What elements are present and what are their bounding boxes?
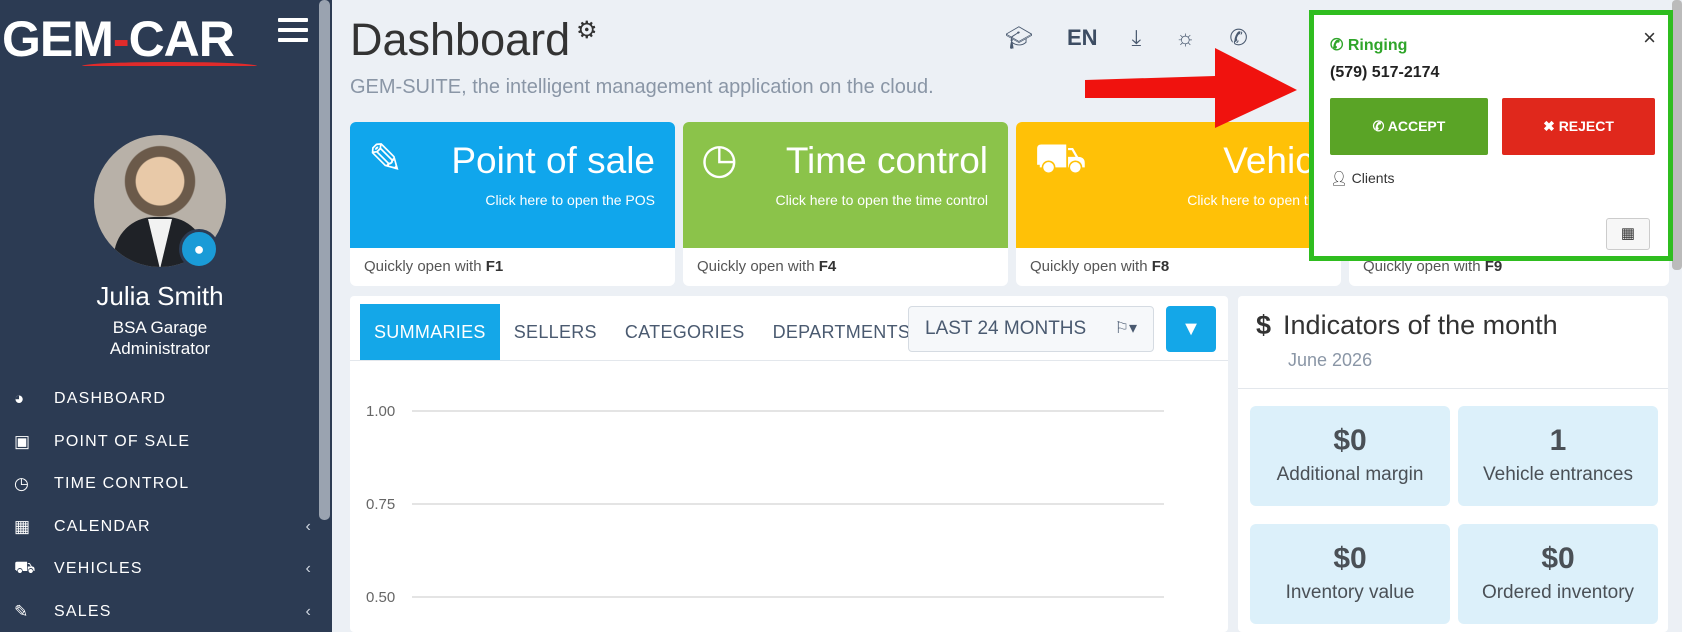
user-role: Administrator [109, 339, 211, 358]
y-tick-label: 1.00 [366, 403, 395, 420]
y-tick-label: 0.75 [366, 496, 395, 513]
incoming-call-popup: ✆ Ringing × (579) 517-2174 ✆ ACCEPT ✖ RE… [1309, 10, 1673, 261]
keypad-icon: ▦ [1620, 225, 1636, 242]
tile-subtitle: Click here to open the POS [485, 192, 655, 208]
calendar-icon: ▦ [14, 516, 32, 536]
sidebar-menu: ◕ DASHBOARD ▣ POINT OF SALE ◷ TIME CONTR… [0, 378, 320, 632]
indicator-label: Vehicle entrances [1483, 464, 1633, 485]
chevron-left-icon: ‹ [305, 602, 312, 620]
edit-icon: ✎ [368, 135, 404, 182]
user-icon: 👤︎ [1330, 170, 1352, 186]
period-select[interactable]: LAST 24 MONTHS ⚐▾ [908, 306, 1154, 352]
sidebar-item-sales[interactable]: ✎ SALES ‹ [0, 591, 320, 632]
indicators-panel: $ Indicators of the month June 2026 $0 Ad… [1238, 296, 1668, 632]
page-title: Dashboard [350, 14, 571, 65]
filter-icon: ▼ [1181, 318, 1201, 340]
indicator-card-inventory-value[interactable]: $0 Inventory value [1250, 524, 1450, 624]
dollar-icon: $ [1256, 310, 1272, 340]
tile-shortcut: Quickly open with F4 [697, 258, 837, 275]
indicator-label: Additional margin [1276, 464, 1424, 485]
y-tick-label: 0.50 [366, 589, 395, 606]
car-icon: ⛟ [14, 558, 37, 578]
tile-shortcut: Quickly open with F8 [1030, 258, 1170, 275]
tile-title: Time control [785, 140, 988, 181]
tab-summaries[interactable]: SUMMARIES [360, 304, 500, 360]
clock-icon: ◷ [701, 135, 738, 182]
phone-icon: ✆ [1330, 37, 1348, 54]
indicator-value: 1 [1549, 424, 1567, 457]
call-status: ✆ Ringing [1330, 37, 1408, 54]
dashboard-icon: ◕ [14, 389, 26, 409]
close-icon: ✖ [1543, 118, 1559, 134]
sidebar-item-calendar[interactable]: ▦ CALENDAR ‹ [0, 506, 320, 549]
sidebar-item-dashboard[interactable]: ◕ DASHBOARD [0, 378, 320, 421]
close-icon[interactable]: × [1643, 25, 1656, 51]
period-select-value: LAST 24 MONTHS [925, 318, 1087, 339]
indicator-value: $0 [1333, 424, 1367, 457]
tab-categories[interactable]: CATEGORIES [611, 304, 759, 360]
flag-dropdown-icon: ⚐▾ [1114, 320, 1137, 337]
indicator-card-vehicle-entrances[interactable]: 1 Vehicle entrances [1458, 406, 1658, 506]
filter-button[interactable]: ▼ [1166, 306, 1216, 352]
sidebar-scrollbar[interactable] [319, 0, 330, 520]
tile-point-of-sale[interactable]: ✎ Point of sale Click here to open the P… [350, 122, 675, 286]
sidebar-item-label: CALENDAR [54, 517, 151, 535]
tile-subtitle: Click here to open the time control [775, 192, 988, 208]
clients-link[interactable]: 👤︎ Clients [1330, 170, 1394, 187]
tab-sellers[interactable]: SELLERS [500, 304, 611, 360]
tile-title: Point of sale [451, 140, 655, 181]
sales-chart: 1.00 0.75 0.50 [366, 403, 1164, 606]
user-profile-icon[interactable]: ● [179, 229, 219, 269]
edit-icon: ✎ [14, 601, 30, 621]
user-name: Julia Smith [96, 281, 224, 311]
main-scrollbar[interactable] [1672, 0, 1682, 270]
clock-icon: ◷ [14, 474, 31, 494]
sidebar-item-label: VEHICLES [54, 560, 143, 578]
car-icon: ⛟ [1034, 134, 1087, 181]
indicators-title: $ Indicators of the month [1256, 310, 1558, 340]
caller-number: (579) 517-2174 [1330, 64, 1440, 81]
sidebar: GEM-CAR ● Julia Smith BSA Garage Adminis… [0, 0, 332, 632]
sidebar-item-time-control[interactable]: ◷ TIME CONTROL [0, 463, 320, 506]
annotation-arrow [1085, 48, 1297, 128]
settings-gear-icon[interactable]: ⚙ [576, 16, 598, 45]
sidebar-item-point-of-sale[interactable]: ▣ POINT OF SALE [0, 421, 320, 464]
indicator-value: $0 [1333, 542, 1367, 575]
indicator-label: Inventory value [1285, 582, 1415, 603]
tile-shortcut: Quickly open with F1 [364, 258, 504, 275]
sidebar-item-label: DASHBOARD [54, 390, 167, 408]
sidebar-item-vehicles[interactable]: ⛟ VEHICLES ‹ [0, 548, 320, 591]
keypad-button[interactable]: ▦ [1606, 218, 1650, 250]
reject-call-button[interactable]: ✖ REJECT [1502, 98, 1655, 155]
hamburger-menu-icon[interactable] [278, 18, 308, 42]
sidebar-item-label: TIME CONTROL [54, 475, 190, 493]
graduation-cap-icon[interactable]: 🎓︎ [1005, 25, 1033, 51]
chevron-left-icon: ‹ [305, 560, 312, 578]
tab-departments[interactable]: DEPARTMENTS [759, 304, 925, 360]
sidebar-item-label: SALES [54, 602, 112, 620]
indicators-date: June 2026 [1288, 350, 1373, 370]
indicator-card-additional-margin[interactable]: $0 Additional margin [1250, 406, 1450, 506]
user-organization: BSA Garage [112, 318, 208, 337]
indicator-value: $0 [1541, 542, 1575, 575]
tile-vehicles[interactable]: ⛟ Vehicles Click here to open the calend… [1016, 122, 1341, 286]
page-subtitle: GEM-SUITE, the intelligent management ap… [350, 76, 934, 98]
sidebar-item-label: POINT OF SALE [54, 432, 191, 450]
tile-time-control[interactable]: ◷ Time control Click here to open the ti… [683, 122, 1008, 286]
sales-chart-panel: SUMMARIES SELLERS CATEGORIES DEPARTMENTS… [350, 296, 1228, 632]
chevron-left-icon: ‹ [305, 517, 312, 535]
indicator-card-ordered-inventory[interactable]: $0 Ordered inventory [1458, 524, 1658, 624]
indicator-label: Ordered inventory [1481, 582, 1635, 603]
gem-car-logo[interactable]: GEM-CAR [2, 8, 257, 70]
accept-call-button[interactable]: ✆ ACCEPT [1330, 98, 1488, 155]
chart-tabs: SUMMARIES SELLERS CATEGORIES DEPARTMENTS [360, 304, 924, 360]
phone-icon: ✆ [1372, 118, 1388, 134]
money-icon: ▣ [14, 431, 32, 451]
